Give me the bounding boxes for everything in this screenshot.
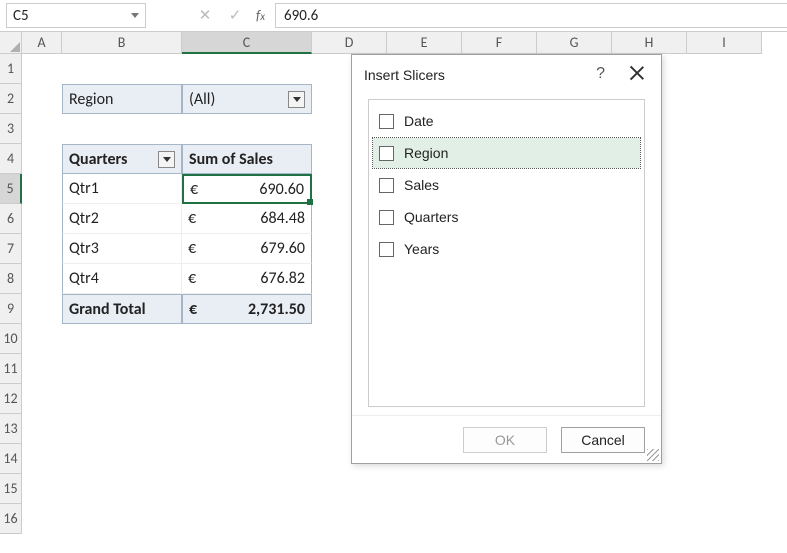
chevron-down-icon [131, 13, 139, 18]
column-header-F[interactable]: F [462, 32, 537, 54]
field-list[interactable]: Date Region Sales Quarters Years [368, 99, 645, 407]
filter-dropdown-icon[interactable] [288, 91, 305, 108]
insert-slicers-dialog: Insert Slicers ? Date Region Sales Quarters… [351, 54, 662, 464]
pivot-val-Qtr1[interactable]: €690.60 [182, 174, 312, 204]
pivot-val-Qtr4[interactable]: €676.82 [182, 264, 312, 294]
pivot-filter-value[interactable]: (All) [182, 84, 312, 114]
ok-button[interactable]: OK [463, 427, 547, 453]
formula-input[interactable]: 690.6 [275, 3, 787, 28]
select-all-triangle[interactable] [0, 32, 22, 54]
row-header-15[interactable]: 15 [0, 474, 22, 504]
fill-handle[interactable] [307, 199, 313, 205]
row-header-14[interactable]: 14 [0, 444, 22, 474]
pivot-val-Qtr3[interactable]: €679.60 [182, 234, 312, 264]
column-header-G[interactable]: G [537, 32, 612, 54]
formula-value: 690.6 [284, 7, 318, 25]
accept-formula-icon: ✓ [220, 0, 250, 32]
help-icon[interactable]: ? [596, 65, 605, 83]
column-header-B[interactable]: B [62, 32, 182, 54]
slicer-field-sales[interactable]: Sales [373, 170, 640, 200]
row-header-4[interactable]: 4 [0, 144, 22, 174]
pivot-filter-field[interactable]: Region [62, 84, 182, 114]
checkbox-icon[interactable] [379, 146, 394, 161]
slicer-field-region[interactable]: Region [373, 138, 640, 168]
row-header-12[interactable]: 12 [0, 384, 22, 414]
row-header-1[interactable]: 1 [0, 54, 22, 84]
row-header-5[interactable]: 5 [0, 174, 22, 204]
pivot-grand-total-label[interactable]: Grand Total [62, 294, 182, 324]
column-header-H[interactable]: H [612, 32, 687, 54]
field-label: Quarters [404, 209, 458, 225]
checkbox-icon[interactable] [379, 178, 394, 193]
pivot-val-Qtr2[interactable]: €684.48 [182, 204, 312, 234]
column-header-D[interactable]: D [312, 32, 387, 54]
fx-icon[interactable]: fx [256, 7, 265, 24]
field-label: Years [404, 241, 439, 257]
column-header-C[interactable]: C [182, 32, 312, 54]
row-header-16[interactable]: 16 [0, 504, 22, 534]
cancel-button[interactable]: Cancel [561, 427, 645, 453]
row-header-7[interactable]: 7 [0, 234, 22, 264]
row-header-2[interactable]: 2 [0, 84, 22, 114]
checkbox-icon[interactable] [379, 242, 394, 257]
pivot-row-Qtr1[interactable]: Qtr1 [62, 174, 182, 204]
pivot-value-header: Sum of Sales [182, 144, 312, 174]
checkbox-icon[interactable] [379, 210, 394, 225]
close-icon[interactable] [627, 63, 647, 83]
row-dropdown-icon[interactable] [158, 151, 175, 168]
column-headers: ABCDEFGHI [0, 32, 787, 54]
resize-grip-icon[interactable] [647, 449, 659, 461]
formula-bar: C5 ✕ ✓ fx 690.6 [0, 0, 787, 32]
column-header-E[interactable]: E [387, 32, 462, 54]
name-box-value: C5 [13, 7, 29, 25]
row-header-13[interactable]: 13 [0, 414, 22, 444]
pivot-row-header[interactable]: Quarters [62, 144, 182, 174]
column-header-I[interactable]: I [687, 32, 762, 54]
dialog-title: Insert Slicers [364, 67, 445, 83]
slicer-field-years[interactable]: Years [373, 234, 640, 264]
pivot-row-Qtr3[interactable]: Qtr3 [62, 234, 182, 264]
field-label: Sales [404, 177, 439, 193]
row-header-3[interactable]: 3 [0, 114, 22, 144]
row-header-9[interactable]: 9 [0, 294, 22, 324]
field-label: Region [404, 145, 448, 161]
row-header-6[interactable]: 6 [0, 204, 22, 234]
dialog-titlebar: Insert Slicers ? [352, 55, 661, 95]
slicer-field-quarters[interactable]: Quarters [373, 202, 640, 232]
row-header-10[interactable]: 10 [0, 324, 22, 354]
slicer-field-date[interactable]: Date [373, 106, 640, 136]
row-headers: 12345678910111213141516 [0, 54, 22, 534]
field-label: Date [404, 113, 434, 129]
column-header-A[interactable]: A [22, 32, 62, 54]
pivot-row-Qtr2[interactable]: Qtr2 [62, 204, 182, 234]
checkbox-icon[interactable] [379, 114, 394, 129]
name-box[interactable]: C5 [6, 3, 146, 28]
cancel-formula-icon: ✕ [190, 0, 220, 32]
pivot-grand-total-value[interactable]: €2,731.50 [182, 294, 312, 324]
dialog-buttons: OK Cancel [352, 415, 661, 463]
row-header-8[interactable]: 8 [0, 264, 22, 294]
row-header-11[interactable]: 11 [0, 354, 22, 384]
pivot-row-Qtr4[interactable]: Qtr4 [62, 264, 182, 294]
